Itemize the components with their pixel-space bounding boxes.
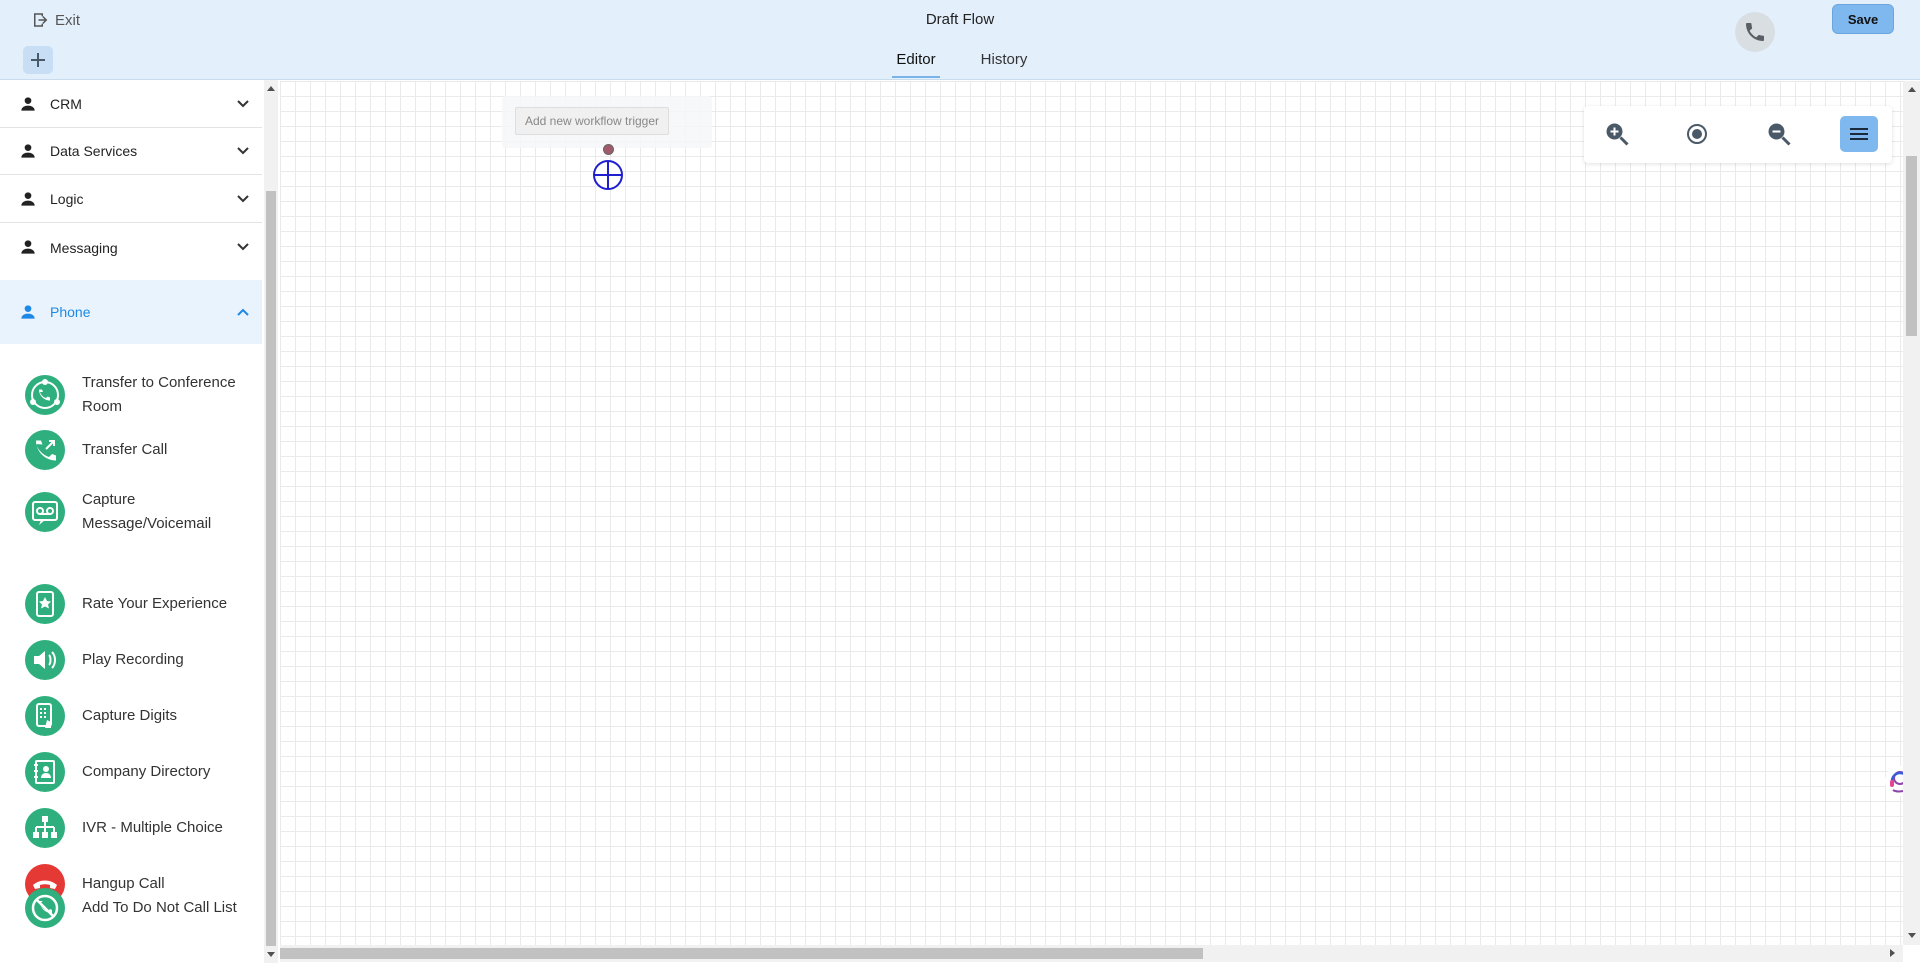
exit-label: Exit xyxy=(55,11,81,29)
item-label: Play Recording xyxy=(82,651,184,668)
person-icon xyxy=(21,144,35,158)
sidebar-category-phone[interactable]: Phone xyxy=(0,280,262,344)
workflow-canvas[interactable]: Add new workflow trigger xyxy=(280,81,1903,945)
editor-tabs: Editor History xyxy=(0,49,1920,80)
top-bar: Exit Draft Flow Editor History Save xyxy=(0,0,1920,80)
zoom-out-button[interactable] xyxy=(1760,116,1798,152)
item-label: Capture Message/Voicemail xyxy=(82,491,212,532)
ivr-tree-icon xyxy=(25,808,65,848)
zoom-out-icon xyxy=(1768,123,1791,146)
scroll-down-arrow[interactable] xyxy=(267,952,275,957)
person-icon xyxy=(21,305,35,319)
item-label: Capture Digits xyxy=(82,707,178,724)
page-title-wrap: Draft Flow xyxy=(0,11,1920,28)
person-icon xyxy=(21,192,35,206)
sidebar-scroll-thumb[interactable] xyxy=(266,191,276,946)
exit-button[interactable]: Exit xyxy=(31,9,80,31)
transfer-call-icon xyxy=(25,430,65,470)
page-title: Draft Flow xyxy=(925,11,995,28)
save-button[interactable]: Save xyxy=(1832,4,1894,34)
zoom-controls xyxy=(1584,106,1892,163)
canvas-horizontal-scrollbar[interactable] xyxy=(280,945,1903,962)
keypad-icon xyxy=(25,696,65,736)
chevron-down-icon xyxy=(237,100,249,108)
add-node-crosshair-icon[interactable] xyxy=(592,159,624,191)
center-view-button[interactable] xyxy=(1678,116,1716,152)
sidebar-category-messaging[interactable]: Messaging xyxy=(0,224,262,271)
item-label: Add To Do Not Call List xyxy=(82,899,237,916)
item-label: Hangup Call xyxy=(82,875,165,892)
zoom-in-icon xyxy=(1606,123,1629,146)
scroll-right-arrow[interactable] xyxy=(1890,949,1895,957)
speaker-icon xyxy=(25,640,65,680)
scroll-up-arrow[interactable] xyxy=(267,86,275,91)
trigger-node: Add new workflow trigger xyxy=(502,96,712,148)
phone-button[interactable] xyxy=(1735,12,1775,52)
phone-item-transfer-call[interactable]: Transfer Call xyxy=(0,430,262,470)
sidebar-category-logic[interactable]: Logic xyxy=(0,176,262,223)
item-label: Rate Your Experience xyxy=(82,595,228,612)
scroll-up-arrow[interactable] xyxy=(1908,87,1916,92)
add-button[interactable] xyxy=(23,46,53,74)
item-label: Company Directory xyxy=(82,763,211,780)
center-icon xyxy=(1687,124,1707,144)
rate-experience-icon xyxy=(25,584,65,624)
phone-item-capture-voicemail[interactable]: Capture Message/Voicemail xyxy=(0,487,262,537)
add-trigger-button[interactable]: Add new workflow trigger xyxy=(515,107,669,135)
person-icon xyxy=(21,97,35,111)
sidebar-category-crm[interactable]: CRM xyxy=(0,81,262,128)
connector-dot[interactable] xyxy=(603,144,614,155)
sidebar-scrollbar[interactable] xyxy=(264,80,278,963)
item-label: Transfer Call xyxy=(82,441,168,458)
plus-icon xyxy=(31,53,45,67)
item-label: Transfer to Conference Room xyxy=(82,374,236,415)
sidebar: CRM Data Services Logic Messaging Phone … xyxy=(0,80,262,963)
zoom-in-button[interactable] xyxy=(1598,116,1636,152)
phone-icon xyxy=(1746,23,1764,41)
exit-icon xyxy=(34,13,48,27)
category-label: Data Services xyxy=(50,143,138,159)
category-label: Phone xyxy=(50,304,91,320)
chevron-down-icon xyxy=(237,243,249,251)
chevron-down-icon xyxy=(237,147,249,155)
sidebar-category-data-services[interactable]: Data Services xyxy=(0,128,262,175)
category-label: Messaging xyxy=(50,239,118,256)
category-label: Logic xyxy=(50,191,84,207)
phone-item-transfer-conference[interactable]: Transfer to Conference Room xyxy=(0,370,262,420)
canvas-menu-button[interactable] xyxy=(1840,116,1878,152)
menu-icon xyxy=(1850,128,1868,140)
do-not-call-icon xyxy=(25,888,65,928)
tab-history[interactable]: History xyxy=(960,49,1048,80)
canvas-hscroll-thumb[interactable] xyxy=(280,948,1203,959)
canvas-vscroll-thumb[interactable] xyxy=(1906,156,1917,336)
scroll-down-arrow[interactable] xyxy=(1908,933,1916,938)
person-icon xyxy=(21,240,35,254)
item-label: IVR - Multiple Choice xyxy=(82,819,223,836)
canvas-vertical-scrollbar[interactable] xyxy=(1903,81,1920,945)
voicemail-icon xyxy=(25,492,65,532)
chevron-down-icon xyxy=(237,195,249,203)
directory-icon xyxy=(25,752,65,792)
conference-room-icon xyxy=(25,375,65,415)
chevron-up-icon xyxy=(237,308,249,316)
category-label: CRM xyxy=(50,96,82,112)
tab-editor[interactable]: Editor xyxy=(872,49,960,80)
